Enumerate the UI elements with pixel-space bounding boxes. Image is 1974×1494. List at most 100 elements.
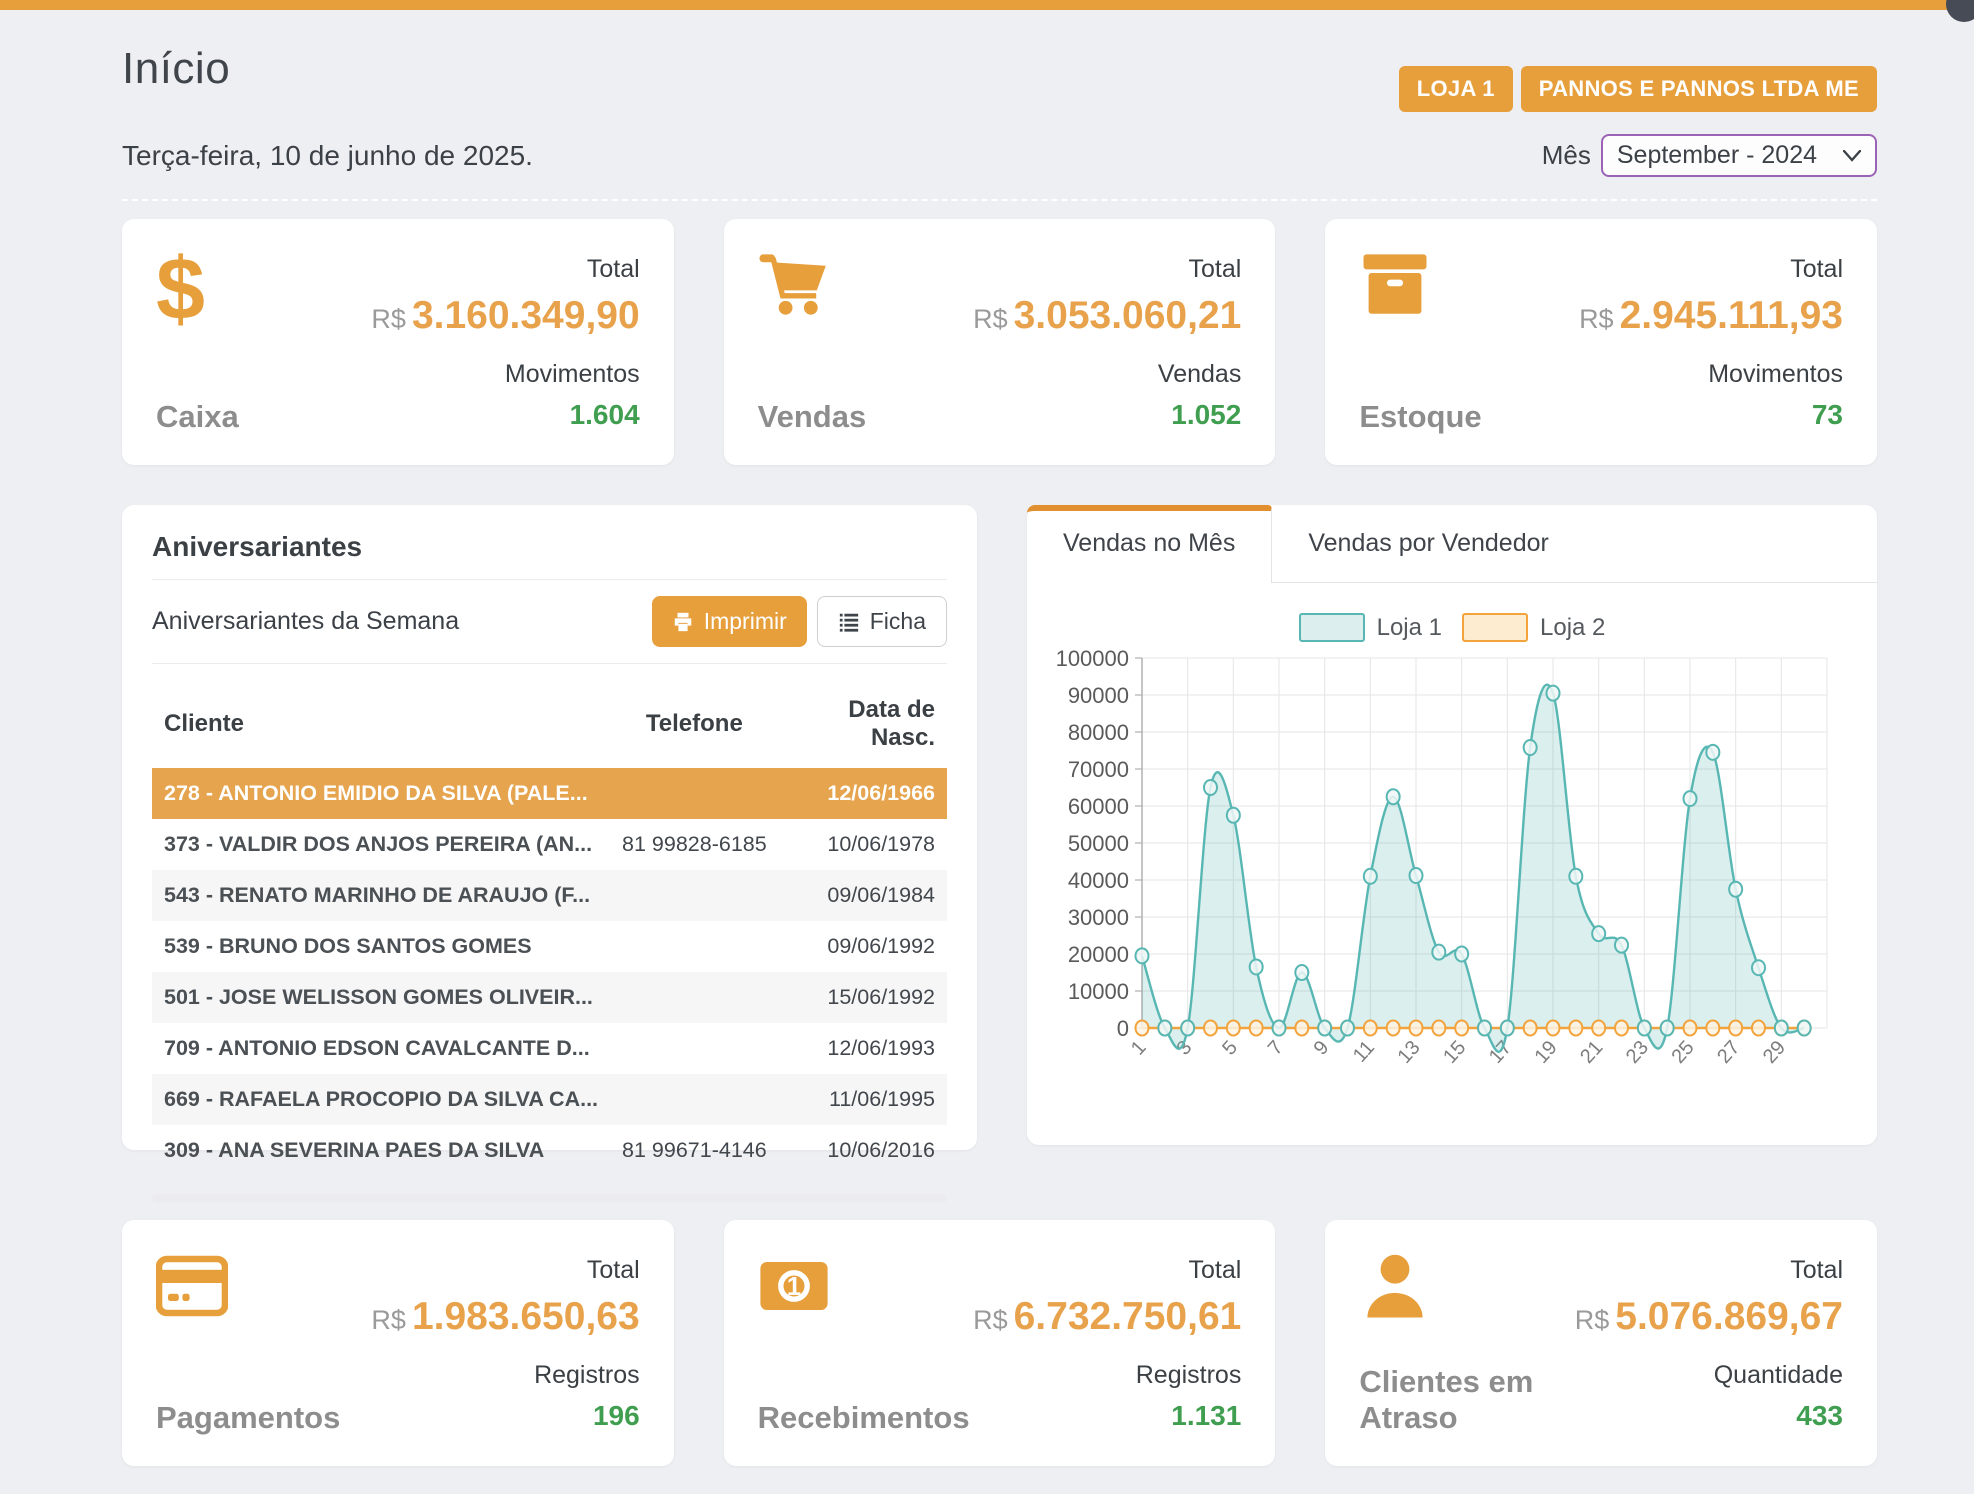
svg-text:15: 15 xyxy=(1439,1037,1470,1068)
svg-text:7: 7 xyxy=(1264,1037,1288,1060)
svg-text:40000: 40000 xyxy=(1068,868,1129,893)
svg-text:13: 13 xyxy=(1393,1037,1424,1068)
svg-text:27: 27 xyxy=(1713,1037,1744,1068)
table-row[interactable]: 543 - RENATO MARINHO DE ARAUJO (F...09/0… xyxy=(152,870,947,921)
total-amount: R$5.076.869,67 xyxy=(1575,1295,1843,1339)
total-amount: R$3.160.349,90 xyxy=(371,294,639,338)
table-row[interactable]: 709 - ANTONIO EDSON CAVALCANTE D...12/06… xyxy=(152,1023,947,1074)
tab-filler xyxy=(1585,505,1877,583)
top-accent-bar xyxy=(0,0,1974,10)
col-telefone: Telefone xyxy=(610,684,779,768)
svg-text:20000: 20000 xyxy=(1068,942,1129,967)
legend-label: Loja 1 xyxy=(1377,614,1442,642)
horizontal-scrollbar[interactable] xyxy=(152,1194,947,1203)
top-stat-cards: $ Caixa Total R$3.160.349,90 Movimentos … xyxy=(122,219,1877,465)
card-label: Vendas xyxy=(758,399,867,435)
table-row[interactable]: 501 - JOSE WELISSON GOMES OLIVEIR...15/0… xyxy=(152,972,947,1023)
count-label: Vendas xyxy=(1158,360,1241,389)
total-amount: R$6.732.750,61 xyxy=(973,1295,1241,1339)
count-label: Registros xyxy=(1136,1361,1242,1390)
chart-body: Loja 1Loja 2 010000200003000040000500006… xyxy=(1027,583,1877,1125)
page-title: Início xyxy=(122,44,230,94)
money-bill-icon: 1 xyxy=(758,1250,970,1342)
col-data-nasc: Data de Nasc. xyxy=(779,684,947,768)
card-label: Pagamentos xyxy=(156,1400,340,1436)
birthdays-table: Cliente Telefone Data de Nasc. 278 - ANT… xyxy=(152,684,947,1176)
table-row[interactable]: 309 - ANA SEVERINA PAES DA SILVA81 99671… xyxy=(152,1125,947,1176)
print-button[interactable]: Imprimir xyxy=(652,596,807,647)
chart-tabs: Vendas no Mês Vendas por Vendedor xyxy=(1027,505,1877,583)
svg-text:29: 29 xyxy=(1759,1037,1790,1068)
month-label: Mês xyxy=(1542,140,1591,171)
sales-chart-panel: Vendas no Mês Vendas por Vendedor Loja 1… xyxy=(1027,505,1877,1145)
card-label: Estoque xyxy=(1359,399,1481,435)
tab-vendas-no-mes[interactable]: Vendas no Mês xyxy=(1027,505,1272,583)
date-row: Terça-feira, 10 de junho de 2025. Mês Se… xyxy=(122,134,1877,201)
list-icon xyxy=(838,611,860,633)
svg-text:100000: 100000 xyxy=(1056,646,1129,671)
card-label: Caixa xyxy=(156,399,239,435)
count-value: 73 xyxy=(1812,399,1843,431)
tab-vendas-por-vendedor[interactable]: Vendas por Vendedor xyxy=(1272,505,1584,583)
birthdays-subtitle: Aniversariantes da Semana xyxy=(152,607,459,636)
count-label: Quantidade xyxy=(1714,1361,1843,1390)
svg-text:90000: 90000 xyxy=(1068,683,1129,708)
table-row[interactable]: 373 - VALDIR DOS ANJOS PEREIRA (AN...81 … xyxy=(152,819,947,870)
total-amount: R$3.053.060,21 xyxy=(973,294,1241,338)
total-label: Total xyxy=(587,255,640,284)
svg-text:60000: 60000 xyxy=(1068,794,1129,819)
svg-text:10000: 10000 xyxy=(1068,979,1129,1004)
table-row[interactable]: 669 - RAFAELA PROCOPIO DA SILVA CA...11/… xyxy=(152,1074,947,1125)
birthdays-title: Aniversariantes xyxy=(152,531,947,563)
stat-card-pagamentos: Pagamentos Total R$1.983.650,63 Registro… xyxy=(122,1220,674,1466)
total-amount: R$1.983.650,63 xyxy=(371,1295,639,1339)
sales-area-chart: 0100002000030000400005000060000700008000… xyxy=(1047,642,1849,1120)
total-label: Total xyxy=(1790,1256,1843,1285)
table-row[interactable]: 539 - BRUNO DOS SANTOS GOMES09/06/1992 xyxy=(152,921,947,972)
svg-text:23: 23 xyxy=(1622,1037,1653,1068)
count-value: 196 xyxy=(593,1400,640,1432)
svg-text:9: 9 xyxy=(1310,1037,1334,1060)
total-label: Total xyxy=(1790,255,1843,284)
card-label: Clientes em Atraso xyxy=(1359,1364,1574,1436)
user-icon xyxy=(1359,1250,1574,1342)
current-date: Terça-feira, 10 de junho de 2025. xyxy=(122,140,533,172)
bottom-stat-cards: Pagamentos Total R$1.983.650,63 Registro… xyxy=(122,1220,1877,1466)
stat-card-caixa: $ Caixa Total R$3.160.349,90 Movimentos … xyxy=(122,219,674,465)
svg-text:19: 19 xyxy=(1530,1037,1561,1068)
count-value: 433 xyxy=(1796,1400,1843,1432)
svg-text:50000: 50000 xyxy=(1068,831,1129,856)
svg-text:0: 0 xyxy=(1117,1016,1129,1041)
stat-card-vendas: Vendas Total R$3.053.060,21 Vendas 1.052 xyxy=(724,219,1276,465)
store-button[interactable]: LOJA 1 xyxy=(1399,66,1513,112)
month-select-value: September - 2024 xyxy=(1617,141,1817,170)
legend-item-loja-1[interactable]: Loja 1 xyxy=(1299,613,1442,642)
printer-icon xyxy=(672,611,694,633)
month-select[interactable]: September - 2024 xyxy=(1601,134,1877,177)
svg-text:1: 1 xyxy=(1127,1037,1151,1060)
stat-card-recebimentos: 1 Recebimentos Total R$6.732.750,61 Regi… xyxy=(724,1220,1276,1466)
svg-text:11: 11 xyxy=(1349,1037,1379,1067)
dollar-icon: $ xyxy=(156,249,239,341)
ficha-button[interactable]: Ficha xyxy=(817,596,947,647)
stat-card-clientes-atraso: Clientes em Atraso Total R$5.076.869,67 … xyxy=(1325,1220,1877,1466)
box-icon xyxy=(1359,249,1481,341)
dashboard-page: Início LOJA 1 PANNOS E PANNOS LTDA ME Te… xyxy=(0,0,1974,1494)
stat-card-estoque: Estoque Total R$2.945.111,93 Movimentos … xyxy=(1325,219,1877,465)
count-value: 1.604 xyxy=(570,399,640,431)
credit-card-icon xyxy=(156,1250,340,1342)
legend-item-loja-2[interactable]: Loja 2 xyxy=(1462,613,1605,642)
table-row-selected[interactable]: 278 - ANTONIO EMIDIO DA SILVA (PALE...12… xyxy=(152,768,947,819)
count-label: Movimentos xyxy=(1708,360,1843,389)
card-label: Recebimentos xyxy=(758,1400,970,1436)
chevron-down-icon xyxy=(1843,150,1861,162)
svg-text:5: 5 xyxy=(1218,1037,1242,1060)
total-label: Total xyxy=(1189,255,1242,284)
company-button[interactable]: PANNOS E PANNOS LTDA ME xyxy=(1521,66,1877,112)
count-value: 1.131 xyxy=(1171,1400,1241,1432)
legend-swatch xyxy=(1462,613,1528,642)
cart-icon xyxy=(758,249,867,341)
svg-text:70000: 70000 xyxy=(1068,757,1129,782)
legend-swatch xyxy=(1299,613,1365,642)
user-avatar[interactable] xyxy=(1946,0,1974,22)
